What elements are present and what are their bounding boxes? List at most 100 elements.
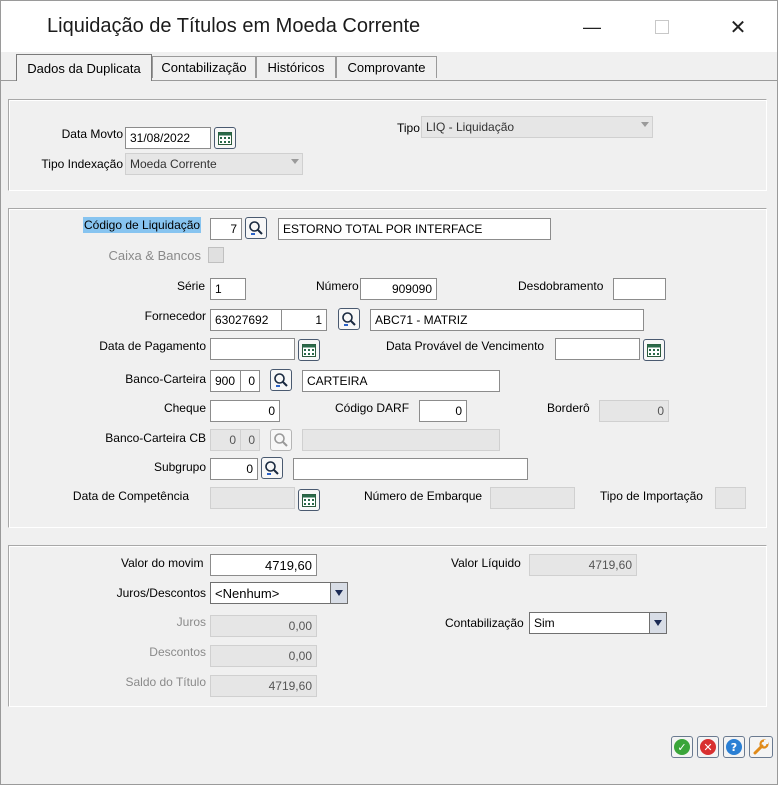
calendar-icon <box>302 343 316 357</box>
data-competencia-calendar-button[interactable] <box>298 489 320 511</box>
desdobramento-input[interactable] <box>613 278 666 300</box>
subgrupo-input[interactable]: 0 <box>210 458 258 480</box>
data-provavel-vencimento-input[interactable] <box>555 338 640 360</box>
calendar-icon <box>218 131 232 145</box>
chevron-down-icon <box>291 159 299 164</box>
tipo-select[interactable]: LIQ - Liquidação <box>421 116 653 138</box>
window-title: Liquidação de Títulos em Moeda Corrente <box>47 15 421 37</box>
juros-descontos-dropdown-button[interactable] <box>330 583 347 603</box>
dialog-window: Liquidação de Títulos em Moeda Corrente … <box>0 0 778 785</box>
data-provavel-calendar-button[interactable] <box>643 339 665 361</box>
desdobramento-label: Desdobramento <box>518 279 604 293</box>
codigo-liquidacao-label: Código de Liquidação <box>83 217 202 233</box>
fornecedor-loja-input[interactable]: 1 <box>281 309 327 331</box>
maximize-icon <box>655 20 669 34</box>
banco-cb-input: 0 <box>210 429 241 451</box>
codigo-liquidacao-description: ESTORNO TOTAL POR INTERFACE <box>278 218 551 240</box>
data-movto-input[interactable]: 31/08/2022 <box>125 127 211 149</box>
codigo-liquidacao-search-button[interactable] <box>245 217 267 239</box>
cheque-input[interactable]: 0 <box>210 400 280 422</box>
tipo-importacao-label: Tipo de Importação <box>600 489 703 503</box>
valor-movimento-input[interactable]: 4719,60 <box>210 554 317 576</box>
cancel-button[interactable]: ✕ <box>697 736 719 758</box>
juros-descontos-label: Juros/Descontos <box>116 586 206 600</box>
bordero-input: 0 <box>599 400 669 422</box>
tipo-value: LIQ - Liquidação <box>426 120 515 134</box>
codigo-darf-label: Código DARF <box>335 401 410 415</box>
tab-comprovante[interactable]: Comprovante <box>336 56 437 78</box>
search-icon <box>274 373 288 387</box>
tab-contabilizacao[interactable]: Contabilização <box>152 56 256 78</box>
serie-input[interactable]: 1 <box>210 278 246 300</box>
ok-button[interactable]: ✓ <box>671 736 693 758</box>
serie-label: Série <box>177 279 206 293</box>
data-movto-calendar-button[interactable] <box>214 127 236 149</box>
contabilizacao-dropdown-button[interactable] <box>649 613 666 633</box>
descontos-input: 0,00 <box>210 645 317 667</box>
tab-strip: Dados da Duplicata Contabilização Histór… <box>1 52 777 81</box>
contabilizacao-value: Sim <box>534 616 555 630</box>
valor-movimento-label: Valor do movim <box>121 556 204 570</box>
carteira-cb-input: 0 <box>240 429 260 451</box>
check-icon: ✓ <box>674 739 690 755</box>
juros-descontos-select[interactable]: <Nenhum> <box>210 582 348 604</box>
tools-button[interactable] <box>749 736 773 758</box>
cheque-label: Cheque <box>163 401 206 415</box>
tipo-importacao-input <box>715 487 746 509</box>
subgrupo-label: Subgrupo <box>153 460 206 474</box>
caixa-bancos-label: Caixa & Bancos <box>108 248 202 263</box>
contabilizacao-select[interactable]: Sim <box>529 612 667 634</box>
banco-carteira-cb-search-button <box>270 429 292 451</box>
juros-label: Juros <box>176 615 206 629</box>
data-pagamento-input[interactable] <box>210 338 295 360</box>
subgrupo-search-button[interactable] <box>261 457 283 479</box>
chevron-down-icon <box>654 620 662 626</box>
valor-liquido-input: 4719,60 <box>529 554 637 576</box>
data-competencia-input <box>210 487 295 509</box>
close-button[interactable]: ✕ <box>715 7 761 47</box>
data-pagamento-calendar-button[interactable] <box>298 339 320 361</box>
maximize-button <box>639 7 685 47</box>
codigo-darf-input[interactable]: 0 <box>419 400 467 422</box>
juros-descontos-value: <Nenhum> <box>215 585 280 601</box>
tipo-indexacao-select[interactable]: Moeda Corrente <box>125 153 303 175</box>
close-icon: ✕ <box>729 16 747 39</box>
banco-carteira-description: CARTEIRA <box>302 370 500 392</box>
data-movto-label: Data Movto <box>61 127 123 141</box>
data-pagamento-label: Data de Pagamento <box>99 339 206 353</box>
banco-carteira-cb-label: Banco-Carteira CB <box>105 431 206 445</box>
search-icon <box>274 433 288 447</box>
banco-carteira-search-button[interactable] <box>270 369 292 391</box>
banco-carteira-label: Banco-Carteira <box>125 372 206 386</box>
banco-input[interactable]: 900 <box>210 370 241 392</box>
chevron-down-icon <box>335 590 343 596</box>
data-competencia-label: Data de Competência <box>72 489 189 503</box>
numero-input[interactable]: 909090 <box>360 278 437 300</box>
codigo-liquidacao-input[interactable]: 7 <box>210 218 242 240</box>
numero-embarque-label: Número de Embarque <box>364 489 483 503</box>
header-panel <box>8 99 767 191</box>
carteira-input[interactable]: 0 <box>240 370 260 392</box>
search-icon <box>249 221 263 235</box>
chevron-down-icon <box>641 122 649 127</box>
calendar-icon <box>302 493 316 507</box>
search-icon <box>342 312 356 326</box>
numero-label: Número <box>316 279 359 293</box>
fornecedor-label: Fornecedor <box>144 309 206 323</box>
fornecedor-code-input[interactable]: 63027692 <box>210 309 282 331</box>
saldo-titulo-label: Saldo do Título <box>125 675 206 689</box>
tab-dados-da-duplicata[interactable]: Dados da Duplicata <box>16 54 152 81</box>
valor-liquido-label: Valor Líquido <box>451 556 521 570</box>
fornecedor-name: ABC71 - MATRIZ <box>370 309 644 331</box>
title-bar: Liquidação de Títulos em Moeda Corrente … <box>1 1 777 52</box>
minimize-icon: — <box>583 16 601 37</box>
help-button[interactable]: ? <box>723 736 745 758</box>
search-icon <box>265 461 279 475</box>
minimize-button[interactable]: — <box>569 7 615 47</box>
caixa-bancos-checkbox[interactable] <box>208 247 224 263</box>
tab-historicos[interactable]: Históricos <box>256 56 336 78</box>
saldo-titulo-input: 4719,60 <box>210 675 317 697</box>
fornecedor-search-button[interactable] <box>338 308 360 330</box>
cancel-icon: ✕ <box>700 739 716 755</box>
tipo-indexacao-value: Moeda Corrente <box>130 157 217 171</box>
